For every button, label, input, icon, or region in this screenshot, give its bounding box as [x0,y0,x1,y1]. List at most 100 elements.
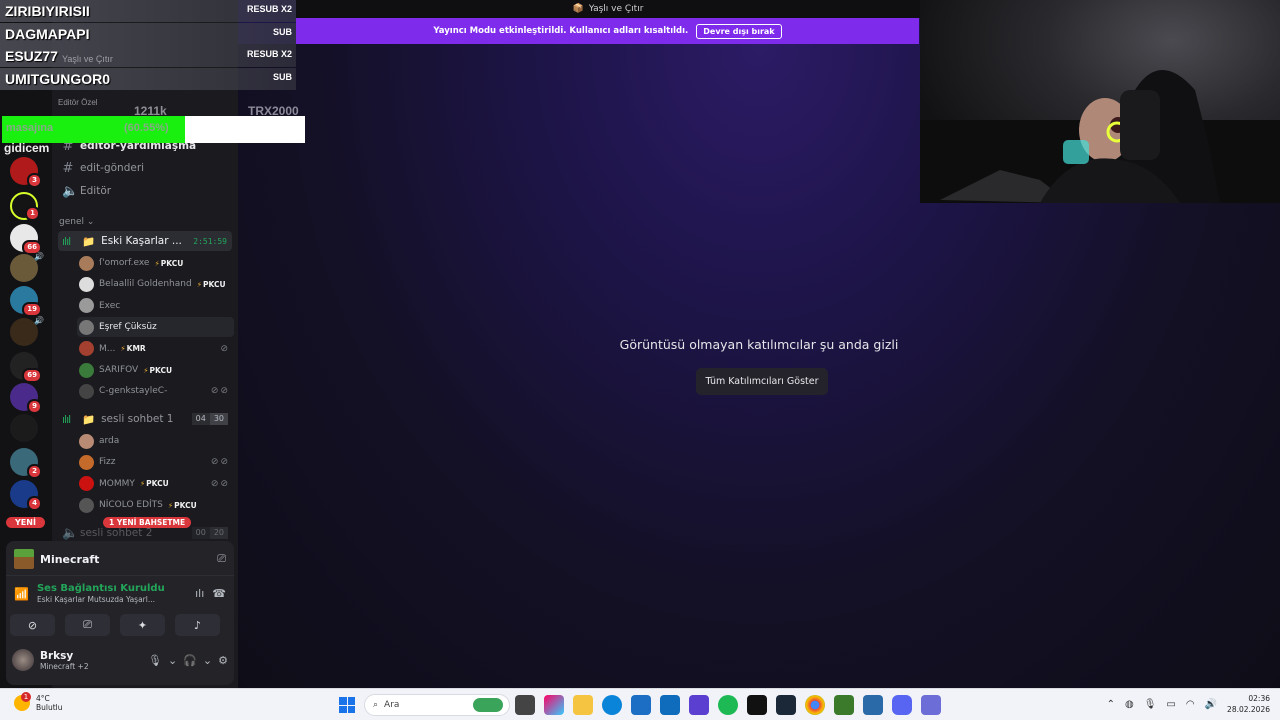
xbox-icon[interactable] [747,695,767,715]
edge-icon[interactable] [602,695,622,715]
mention-pill[interactable]: 1 YENİ BAHSETME [103,517,192,528]
discord-icon[interactable] [892,695,912,715]
role-tag: PKCU [197,280,226,289]
voice-user[interactable]: Exec [77,296,234,316]
divider [6,575,234,576]
hidden-participants-message: Görüntüsü olmayan katılımcılar şu anda g… [619,337,899,352]
camera-off-icon[interactable]: ⊘ [10,614,55,636]
channel-editor-voice[interactable]: 🔈 Editör [58,181,232,201]
voice-user[interactable]: Eşref Çüksüz [77,317,234,338]
chevron-down-icon[interactable]: ⌄ [168,654,177,667]
voice-user[interactable]: M... KMR ⊘ [77,339,234,359]
spotify-icon[interactable] [718,695,738,715]
disconnect-icon[interactable]: ☎ [212,587,226,600]
voice-user[interactable]: C-genkstayleC- ⊘⊘ [77,381,234,401]
taskbar-apps [515,695,941,715]
weather-widget[interactable]: 1 4°C Bulutlu [14,692,63,712]
user-limit-badge: 04 30 [191,413,228,425]
voice-user[interactable]: SARIFOV PKCU [77,360,234,380]
store-icon[interactable] [631,695,651,715]
rtc-channel[interactable]: Eski Kaşarlar Mutsuzda Yaşarl... [37,595,165,604]
chevron-up-icon[interactable]: ⌃ [1107,699,1115,710]
voice-user[interactable]: Belaallil Goldenhand PKCU [77,274,234,294]
server-icon[interactable]: 9 [10,383,42,414]
file-explorer-icon[interactable] [573,695,593,715]
channel-edit-gonderi[interactable]: # edit-gönderi [58,158,232,178]
overlay-event-name: ESUZ77 [5,48,58,64]
server-icon[interactable]: 66 [10,224,42,255]
avatar [79,341,94,357]
avatar [79,276,94,292]
voice-user[interactable]: MOMMY PKCU ⊘⊘ [77,474,234,494]
overlay-event-name: ZIRIBIYIRISII [5,3,90,19]
voice-user-name: C-genkstayleC- [99,386,168,397]
minecraft-icon[interactable] [834,695,854,715]
chevron-down-icon[interactable]: ⌄ [203,654,212,667]
overlay-event-row: ESUZ77 RESUB X2 [0,45,296,67]
voice-connection-panel: 📶 Ses Bağlantısı Kuruldu Eski Kaşarlar M… [14,583,226,604]
microphone-icon[interactable]: 🎙 [148,654,162,667]
server-icon[interactable]: 3 [10,157,42,188]
gear-icon[interactable]: ⚙ [218,654,228,667]
photos-icon[interactable] [863,695,883,715]
rtc-status[interactable]: Ses Bağlantısı Kuruldu [37,583,165,594]
search-icon: ⌕ [373,700,379,710]
user-panel: Minecraft ⎚ 📶 Ses Bağlantısı Kuruldu Esk… [6,541,234,685]
server-icon[interactable]: 🔊 [10,316,44,346]
overlay-event-tag: SUB [272,26,292,37]
twitch-icon[interactable] [689,695,709,715]
display-icon[interactable]: ▭ [1166,699,1175,710]
voice-user[interactable]: arda [77,431,234,451]
voice-user-name: Exec [99,300,121,311]
server-icon[interactable]: 2 [10,448,42,479]
network-icon[interactable]: ◍ [1125,699,1134,710]
voice-user[interactable]: ſ'omorf.exe PKCU [77,253,234,273]
voice-user[interactable]: Fizz ⊘⊘ [77,452,234,472]
screen-share-icon[interactable]: ⎚ [217,552,226,566]
username[interactable]: Brksy [40,650,89,662]
server-icon[interactable]: 🔊 [10,252,44,282]
subgoal-label: masajına [6,122,54,134]
avatar [79,383,94,399]
search-highlight-icon [473,698,503,712]
outlook-icon[interactable] [660,695,680,715]
activity-row[interactable]: Minecraft ⎚ [14,549,226,569]
show-all-participants-button[interactable]: Tüm Katılımcıları Göster [696,368,828,395]
taskbar-search[interactable]: ⌕ Ara [364,694,510,716]
muted-icon: ⊘ [220,343,230,354]
noise-suppression-icon[interactable]: ılı [195,587,204,600]
task-view-icon[interactable] [515,695,535,715]
server-icon[interactable] [10,414,38,442]
mic-icon[interactable]: 🎙 [1144,699,1157,710]
notepad-icon[interactable] [921,695,941,715]
voice-user[interactable]: NİCOLO EDİTS PKCU [77,495,234,515]
steam-icon[interactable] [776,695,796,715]
voice-user-name: M... [99,343,116,354]
wifi-icon[interactable]: ◠ [1186,699,1195,710]
server-icon[interactable]: 1 [10,192,40,221]
minecraft-icon [14,549,34,569]
server-icon[interactable]: 19 [10,286,42,317]
role-tag: PKCU [154,259,184,268]
screen-share-icon[interactable]: ⎚ [65,614,110,636]
copilot-icon[interactable] [544,695,564,715]
server-icon[interactable]: 4 [10,480,42,511]
start-button[interactable] [339,697,355,713]
disable-streamer-mode-button[interactable]: Devre dışı bırak [696,23,782,39]
clock[interactable]: 02:36 28.02.2026 [1227,693,1270,715]
headphones-icon[interactable]: 🎧 [183,654,197,667]
channel-label: sesli sohbet 1 [101,413,174,425]
avatar[interactable] [12,649,34,671]
category-genel[interactable]: genel ⌄ [59,217,94,227]
user-activity: Minecraft +2 [40,661,89,671]
voice-channel-sesli-sohbet-1[interactable]: ılıl 📁 sesli sohbet 1 04 30 [58,409,232,429]
volume-icon[interactable]: 🔊 [1205,699,1217,710]
chrome-icon[interactable] [805,695,825,715]
voice-user-name: NİCOLO EDİTS [99,500,163,511]
soundboard-icon[interactable]: ♪ [175,614,220,636]
voice-channel-eski-kasarlar[interactable]: ılıl 📁 Eski Kaşarlar ... 2:51:59 [58,231,232,251]
server-icon[interactable]: 69 [10,352,42,383]
muted-icon: ⊘⊘ [210,386,230,397]
activities-icon[interactable]: ✦ [120,614,165,636]
new-unread-pill[interactable]: YENİ [6,517,45,528]
